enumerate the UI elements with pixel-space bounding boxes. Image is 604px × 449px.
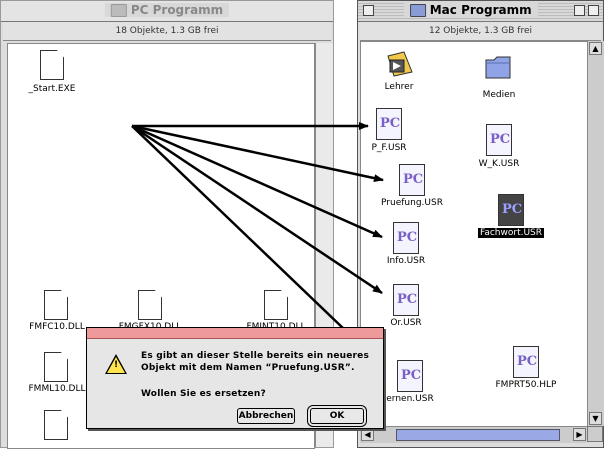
dialog-message-line-1: Es gibt an dieser Stelle bereits ein neu… [141, 351, 370, 361]
warning-exclamation: ! [114, 360, 119, 370]
dialog-message-line-2: Objekt mit dem Namen “Pruefung.USR”. [141, 363, 355, 373]
replace-alert-dialog: ! Es gibt an dieser Stelle bereits ein n… [86, 327, 384, 429]
arrow-to-or-usr [131, 124, 383, 295]
dialog-stripe [87, 328, 383, 339]
warning-icon: ! [105, 354, 127, 374]
arrow-to-info-usr [131, 124, 383, 239]
cancel-button[interactable]: Abbrechen [237, 408, 295, 424]
arrow-to-lernen-usr [131, 125, 346, 331]
ok-button[interactable]: OK [310, 408, 364, 424]
dialog-question: Wollen Sie es ersetzen? [141, 389, 266, 399]
arrow-to-pruefung-usr [131, 124, 384, 183]
